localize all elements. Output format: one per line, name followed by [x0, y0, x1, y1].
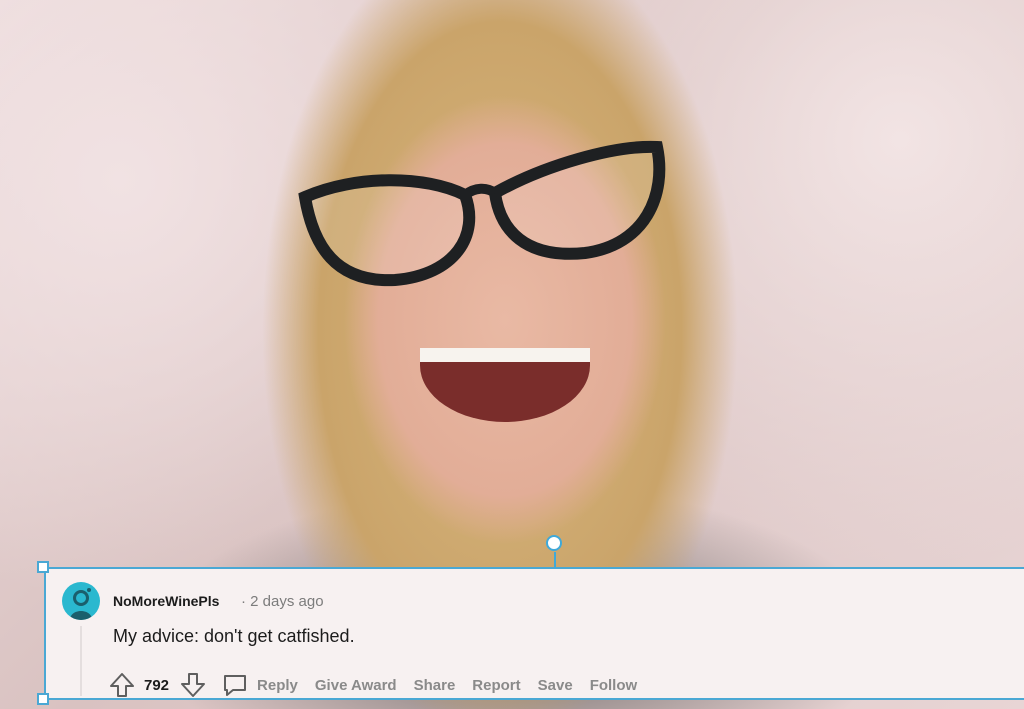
resize-handle-bottom-left[interactable] [37, 693, 49, 705]
reply-button[interactable]: Reply [257, 677, 298, 694]
snoo-avatar-icon [70, 588, 92, 620]
save-button[interactable]: Save [538, 677, 573, 694]
arrow-down-icon[interactable] [179, 671, 207, 699]
vote-count: 792 [144, 676, 170, 694]
speech-bubble-icon[interactable] [221, 671, 249, 699]
comment-timestamp[interactable]: 2 days ago [250, 593, 323, 610]
report-button[interactable]: Report [472, 677, 520, 694]
share-button[interactable]: Share [414, 677, 456, 694]
eyeglasses [298, 140, 666, 287]
comment-actions: 792 Reply Give Award Share Report Save F… [108, 670, 637, 700]
resize-handle-top[interactable] [546, 535, 562, 551]
comment-author[interactable]: NoMoreWinePls [113, 593, 219, 609]
comment-body: My advice: don't get catfished. [113, 626, 355, 646]
comment-meta: · 2 days ago [241, 593, 324, 610]
follow-button[interactable]: Follow [590, 677, 638, 694]
avatar[interactable] [62, 582, 100, 620]
smile [420, 348, 590, 422]
resize-handle-top-left[interactable] [37, 561, 49, 573]
give-award-button[interactable]: Give Award [315, 677, 397, 694]
resize-handle-stem [554, 552, 556, 568]
thread-line[interactable] [80, 626, 82, 696]
arrow-up-icon[interactable] [108, 671, 136, 699]
meta-separator: · [241, 593, 246, 610]
